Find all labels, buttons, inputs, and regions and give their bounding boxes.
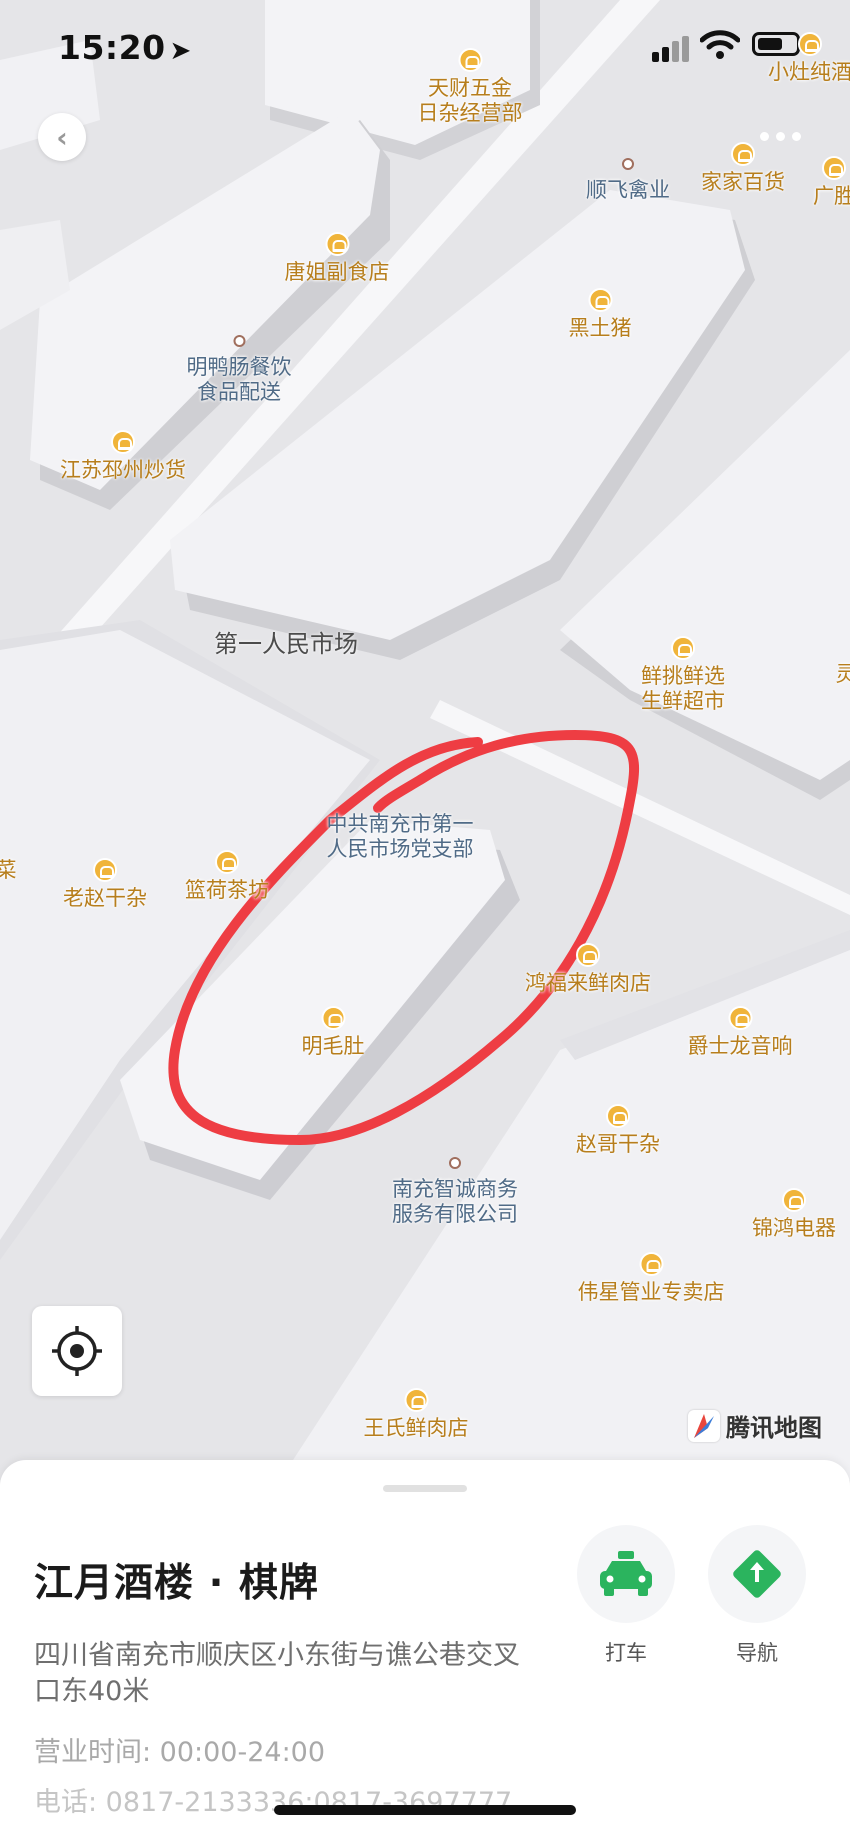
poi-label: 赵哥干杂 xyxy=(576,1132,660,1156)
map-provider-logo: 腾讯地图 xyxy=(688,1408,822,1443)
poi-label: 爵士龙音响 xyxy=(687,1034,793,1058)
poi-label: 王氏鲜肉店 xyxy=(363,1416,469,1440)
poi-zhaoge[interactable]: 赵哥干杂 xyxy=(576,1104,660,1157)
wifi-icon xyxy=(700,30,740,59)
market-area-label: 第一人民市场 xyxy=(214,630,358,658)
poi-mingmaodu[interactable]: 明毛肚 xyxy=(302,1006,365,1059)
map-provider-text: 腾讯地图 xyxy=(726,1414,822,1442)
poi-shunfei[interactable]: 顺飞禽业 xyxy=(586,158,670,203)
poi-label: 明毛肚 xyxy=(301,1034,365,1058)
map-view[interactable]: 15:20 ➤ ‹ 天财五金 日杂经营部 小灶纯酒 顺飞禽业 家家百货 广胜 唐姐… xyxy=(0,0,850,1480)
poi-label: 广胜 xyxy=(813,184,850,208)
cellular-signal-icon xyxy=(652,36,689,62)
poi-xiantiao[interactable]: 鲜挑鲜选 生鲜超市 xyxy=(641,636,725,714)
back-button[interactable]: ‹ xyxy=(38,113,86,161)
poi-jinhong[interactable]: 锦鸿电器 xyxy=(752,1188,836,1241)
poi-label: 江苏邳州炒货 xyxy=(60,458,186,482)
poi-label: 锦鸿电器 xyxy=(752,1216,836,1240)
tencent-map-logo-icon xyxy=(688,1409,720,1442)
poi-label: 唐姐副食店 xyxy=(284,260,390,284)
poi-label: 南充智诚商务 服务有限公司 xyxy=(392,1177,518,1226)
poi-wangshi[interactable]: 王氏鲜肉店 xyxy=(364,1388,469,1441)
shop-pin-icon xyxy=(639,1252,663,1276)
navigation-label: 导航 xyxy=(736,1641,778,1665)
poi-label: 菜 xyxy=(0,858,17,882)
crosshair-icon xyxy=(52,1326,102,1376)
poi-lanhe[interactable]: 篮荷茶坊 xyxy=(185,850,269,903)
poi-jiangsu[interactable]: 江苏邳州炒货 xyxy=(60,430,186,483)
place-detail-sheet[interactable]: 江月酒楼 · 棋牌 四川省南充市顺庆区小东街与谯公巷交叉口东40米 营业时间: … xyxy=(0,1460,850,1839)
place-address: 四川省南充市顺庆区小东街与谯公巷交叉口东40米 xyxy=(34,1640,520,1707)
home-indicator[interactable] xyxy=(274,1805,576,1815)
poi-jueshilong[interactable]: 爵士龙音响 xyxy=(688,1006,793,1059)
status-time: 15:20 ➤ xyxy=(58,28,192,67)
shop-pin-icon xyxy=(215,850,239,874)
poi-guangsheng[interactable]: 广胜 xyxy=(813,156,850,209)
poi-label: 黑土猪 xyxy=(568,316,632,340)
poi-xiaozao[interactable]: 小灶纯酒 xyxy=(768,32,850,85)
sheet-grab-handle[interactable] xyxy=(383,1485,467,1492)
poi-tiancai[interactable]: 天财五金 日杂经营部 xyxy=(418,48,523,126)
dot-marker-icon xyxy=(449,1157,461,1169)
shop-pin-icon xyxy=(822,156,846,180)
shop-pin-icon xyxy=(728,1006,752,1030)
poi-label: 灵 xyxy=(835,662,850,686)
shop-pin-icon xyxy=(671,636,695,660)
poi-label: 篮荷茶坊 xyxy=(185,878,269,902)
shop-pin-icon xyxy=(93,858,117,882)
shop-pin-icon xyxy=(588,288,612,312)
shop-pin-icon xyxy=(576,943,600,967)
shop-pin-icon xyxy=(782,1188,806,1212)
poi-label: 老赵干杂 xyxy=(63,886,147,910)
poi-label: 小灶纯酒 xyxy=(768,60,850,84)
poi-label: 家家百货 xyxy=(701,170,785,194)
place-title: 江月酒楼 · 棋牌 xyxy=(34,1561,319,1606)
shop-pin-icon xyxy=(325,232,349,256)
dot-marker-icon xyxy=(233,335,245,347)
poi-ling[interactable]: 灵 xyxy=(836,662,850,687)
shop-pin-icon xyxy=(458,48,482,72)
shop-pin-icon xyxy=(731,142,755,166)
poi-label: 天财五金 日杂经营部 xyxy=(417,76,523,125)
poi-label: 伟星管业专卖店 xyxy=(577,1280,725,1304)
shop-pin-icon xyxy=(111,430,135,454)
chevron-left-icon: ‹ xyxy=(56,120,68,154)
location-arrow-icon: ➤ xyxy=(169,36,192,66)
navigation-button[interactable]: 导航 xyxy=(707,1525,807,1667)
place-hours: 营业时间: 00:00-24:00 xyxy=(34,1737,326,1768)
poi-label: 明鸭肠餐饮 食品配送 xyxy=(186,355,292,404)
taxi-button[interactable]: 打车 xyxy=(576,1525,676,1667)
shop-pin-icon xyxy=(606,1104,630,1128)
poi-label: 顺飞禽业 xyxy=(586,178,670,202)
poi-zhicheng[interactable]: 南充智诚商务 服务有限公司 xyxy=(392,1157,518,1227)
poi-cai[interactable]: 菜 xyxy=(0,858,17,883)
locate-button[interactable] xyxy=(32,1306,122,1396)
shop-pin-icon xyxy=(798,32,822,56)
poi-weixing[interactable]: 伟星管业专卖店 xyxy=(578,1252,725,1305)
poi-label: 鸿福来鲜肉店 xyxy=(525,971,651,995)
poi-heitu[interactable]: 黑土猪 xyxy=(569,288,632,341)
taxi-label: 打车 xyxy=(605,1641,647,1665)
poi-tangjie[interactable]: 唐姐副食店 xyxy=(285,232,390,285)
dot-marker-icon xyxy=(622,158,634,170)
poi-hongfulai[interactable]: 鸿福来鲜肉店 xyxy=(525,943,651,996)
poi-label: 中共南充市第一 人民市场党支部 xyxy=(326,812,474,861)
poi-dangzhibu[interactable]: 中共南充市第一 人民市场党支部 xyxy=(327,812,474,862)
poi-mingya[interactable]: 明鸭肠餐饮 食品配送 xyxy=(187,335,292,405)
poi-laozhao[interactable]: 老赵干杂 xyxy=(63,858,147,911)
navigation-icon xyxy=(733,1550,781,1598)
poi-label: 鲜挑鲜选 生鲜超市 xyxy=(641,664,725,713)
shop-pin-icon xyxy=(321,1006,345,1030)
poi-jiajia[interactable]: 家家百货 xyxy=(701,142,785,195)
shop-pin-icon xyxy=(404,1388,428,1412)
taxi-icon xyxy=(600,1551,652,1596)
